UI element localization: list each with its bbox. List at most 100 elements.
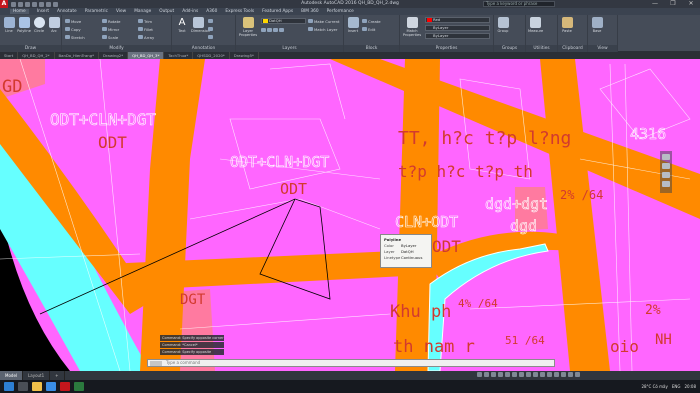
group-block-title[interactable]: Block bbox=[344, 45, 399, 52]
tab-parametric[interactable]: Parametric bbox=[85, 9, 108, 14]
match-layer-button[interactable]: Match Layer bbox=[308, 26, 337, 32]
transparency-icon[interactable] bbox=[533, 372, 538, 377]
arc-button[interactable]: Arc bbox=[47, 17, 61, 41]
group-utilities-title[interactable]: Utilities bbox=[526, 45, 557, 52]
move-button[interactable]: Move bbox=[65, 18, 81, 24]
save-icon[interactable] bbox=[25, 1, 30, 7]
group-layers-title[interactable]: Layers bbox=[236, 45, 343, 52]
file-tab[interactable]: Drawing2* bbox=[99, 52, 129, 59]
make-current-button[interactable]: Make Current bbox=[308, 18, 339, 24]
tab-addins[interactable]: Add-ins bbox=[182, 9, 198, 14]
match-properties-button[interactable]: Match Properties bbox=[402, 17, 422, 41]
pan-icon[interactable] bbox=[662, 163, 670, 169]
scale-button[interactable]: Scale bbox=[102, 34, 118, 40]
command-line-icon[interactable] bbox=[150, 361, 162, 366]
add-layout-button[interactable]: + bbox=[50, 371, 65, 380]
paste-button[interactable]: Paste bbox=[560, 17, 574, 41]
tab-bim360[interactable]: BIM 360 bbox=[301, 9, 319, 14]
layer-dropdown[interactable]: DatQH bbox=[261, 18, 306, 24]
group-properties-title[interactable]: Properties bbox=[400, 45, 493, 52]
tab-output[interactable]: Output bbox=[159, 9, 174, 14]
group-view-title[interactable]: View bbox=[588, 45, 617, 52]
group-button[interactable]: Group bbox=[496, 17, 510, 41]
fullscreen-icon[interactable] bbox=[568, 372, 573, 377]
fillet-button[interactable]: Fillet bbox=[138, 26, 153, 32]
tab-performance[interactable]: Performance bbox=[327, 9, 354, 14]
circle-button[interactable]: Circle bbox=[32, 17, 46, 41]
tab-express-tools[interactable]: Express Tools bbox=[225, 9, 254, 14]
polar-icon[interactable] bbox=[505, 372, 510, 377]
autocad-logo-icon[interactable]: A bbox=[0, 0, 8, 8]
measure-button[interactable]: Measure bbox=[528, 17, 543, 41]
ortho-icon[interactable] bbox=[498, 372, 503, 377]
line-button[interactable]: Line bbox=[2, 17, 16, 41]
language-indicator[interactable]: ENG bbox=[672, 384, 681, 389]
annotation-scale-icon[interactable] bbox=[547, 372, 552, 377]
start-icon[interactable] bbox=[4, 382, 14, 391]
model-space-icon[interactable] bbox=[477, 372, 482, 377]
linear-dim-button[interactable] bbox=[208, 18, 213, 24]
polyline-button[interactable]: Polyline bbox=[17, 17, 31, 41]
search-input[interactable]: Type a keyword or phrase bbox=[483, 1, 555, 7]
drawing-canvas[interactable]: GD ODT ODT ODT TT, h?c t?p l?ng t?p h?c … bbox=[0, 59, 700, 371]
close-button[interactable]: ✕ bbox=[682, 0, 700, 8]
tab-model[interactable]: Model bbox=[0, 371, 24, 380]
orbit-icon[interactable] bbox=[662, 181, 670, 187]
zoom-icon[interactable] bbox=[662, 172, 670, 178]
tab-layout1[interactable]: Layout1 bbox=[23, 371, 51, 380]
redo-icon[interactable] bbox=[53, 1, 58, 7]
excel-icon[interactable] bbox=[74, 382, 84, 391]
mirror-button[interactable]: Mirror bbox=[102, 26, 119, 32]
weather-text[interactable]: 28°C Có mây bbox=[641, 384, 667, 389]
layer-off-icon[interactable] bbox=[261, 28, 266, 32]
osnap-icon[interactable] bbox=[512, 372, 517, 377]
minimize-button[interactable]: — bbox=[646, 0, 664, 8]
group-groups-title[interactable]: Groups bbox=[494, 45, 525, 52]
stretch-button[interactable]: Stretch bbox=[65, 34, 85, 40]
tab-view[interactable]: View bbox=[116, 9, 126, 14]
steering-wheel-icon[interactable] bbox=[662, 154, 670, 160]
file-tab-active[interactable]: QH_BD_QH_3* bbox=[128, 52, 165, 59]
file-tab[interactable]: QH_BD_QH_2* bbox=[18, 52, 55, 59]
base-view-button[interactable]: Base bbox=[590, 17, 604, 41]
plot-icon[interactable] bbox=[39, 1, 44, 7]
save-as-icon[interactable] bbox=[32, 1, 37, 7]
search-taskbar-icon[interactable] bbox=[18, 382, 28, 391]
tab-featured-apps[interactable]: Featured Apps bbox=[262, 9, 293, 14]
lineweight-icon[interactable] bbox=[526, 372, 531, 377]
rotate-button[interactable]: Rotate bbox=[102, 18, 120, 24]
leader-button[interactable] bbox=[208, 26, 213, 32]
array-button[interactable]: Array bbox=[138, 34, 154, 40]
isolate-icon[interactable] bbox=[561, 372, 566, 377]
file-tab[interactable]: Start bbox=[0, 52, 19, 59]
text-button[interactable]: A Text bbox=[175, 17, 189, 41]
file-explorer-icon[interactable] bbox=[32, 382, 42, 391]
trim-button[interactable]: Trim bbox=[138, 18, 152, 24]
new-file-icon[interactable] bbox=[11, 1, 16, 7]
autocad-taskbar-icon[interactable] bbox=[60, 382, 70, 391]
command-input[interactable]: Type a command bbox=[147, 359, 555, 367]
copy-button[interactable]: Copy bbox=[65, 26, 81, 32]
tab-manage[interactable]: Manage bbox=[134, 9, 151, 14]
maximize-button[interactable]: ❐ bbox=[664, 0, 682, 8]
open-file-icon[interactable] bbox=[18, 1, 23, 7]
file-tab[interactable]: QHSDD_2020* bbox=[193, 52, 230, 59]
layer-isolate-icon[interactable] bbox=[267, 28, 272, 32]
group-modify-title[interactable]: Modify bbox=[62, 45, 171, 52]
customize-icon[interactable] bbox=[575, 372, 580, 377]
tab-insert[interactable]: Insert bbox=[37, 9, 49, 14]
selection-cycling-icon[interactable] bbox=[540, 372, 545, 377]
file-tab[interactable]: Drawing5* bbox=[230, 52, 259, 59]
insert-block-button[interactable]: Insert bbox=[346, 17, 360, 41]
snap-icon[interactable] bbox=[491, 372, 496, 377]
dimension-button[interactable]: Dimension bbox=[191, 17, 210, 41]
tab-annotate[interactable]: Annotate bbox=[57, 9, 77, 14]
group-annotation-title[interactable]: Annotation bbox=[172, 45, 235, 52]
file-tab[interactable]: TachThua* bbox=[164, 52, 194, 59]
workspace-icon[interactable] bbox=[554, 372, 559, 377]
browser-icon[interactable] bbox=[46, 382, 56, 391]
file-tab[interactable]: BanDo_HienTrang* bbox=[55, 52, 100, 59]
lineweight-dropdown[interactable]: ByLayer bbox=[425, 25, 490, 31]
clock[interactable]: 20:08 bbox=[684, 384, 696, 389]
layer-properties-button[interactable]: Layer Properties bbox=[238, 17, 258, 41]
